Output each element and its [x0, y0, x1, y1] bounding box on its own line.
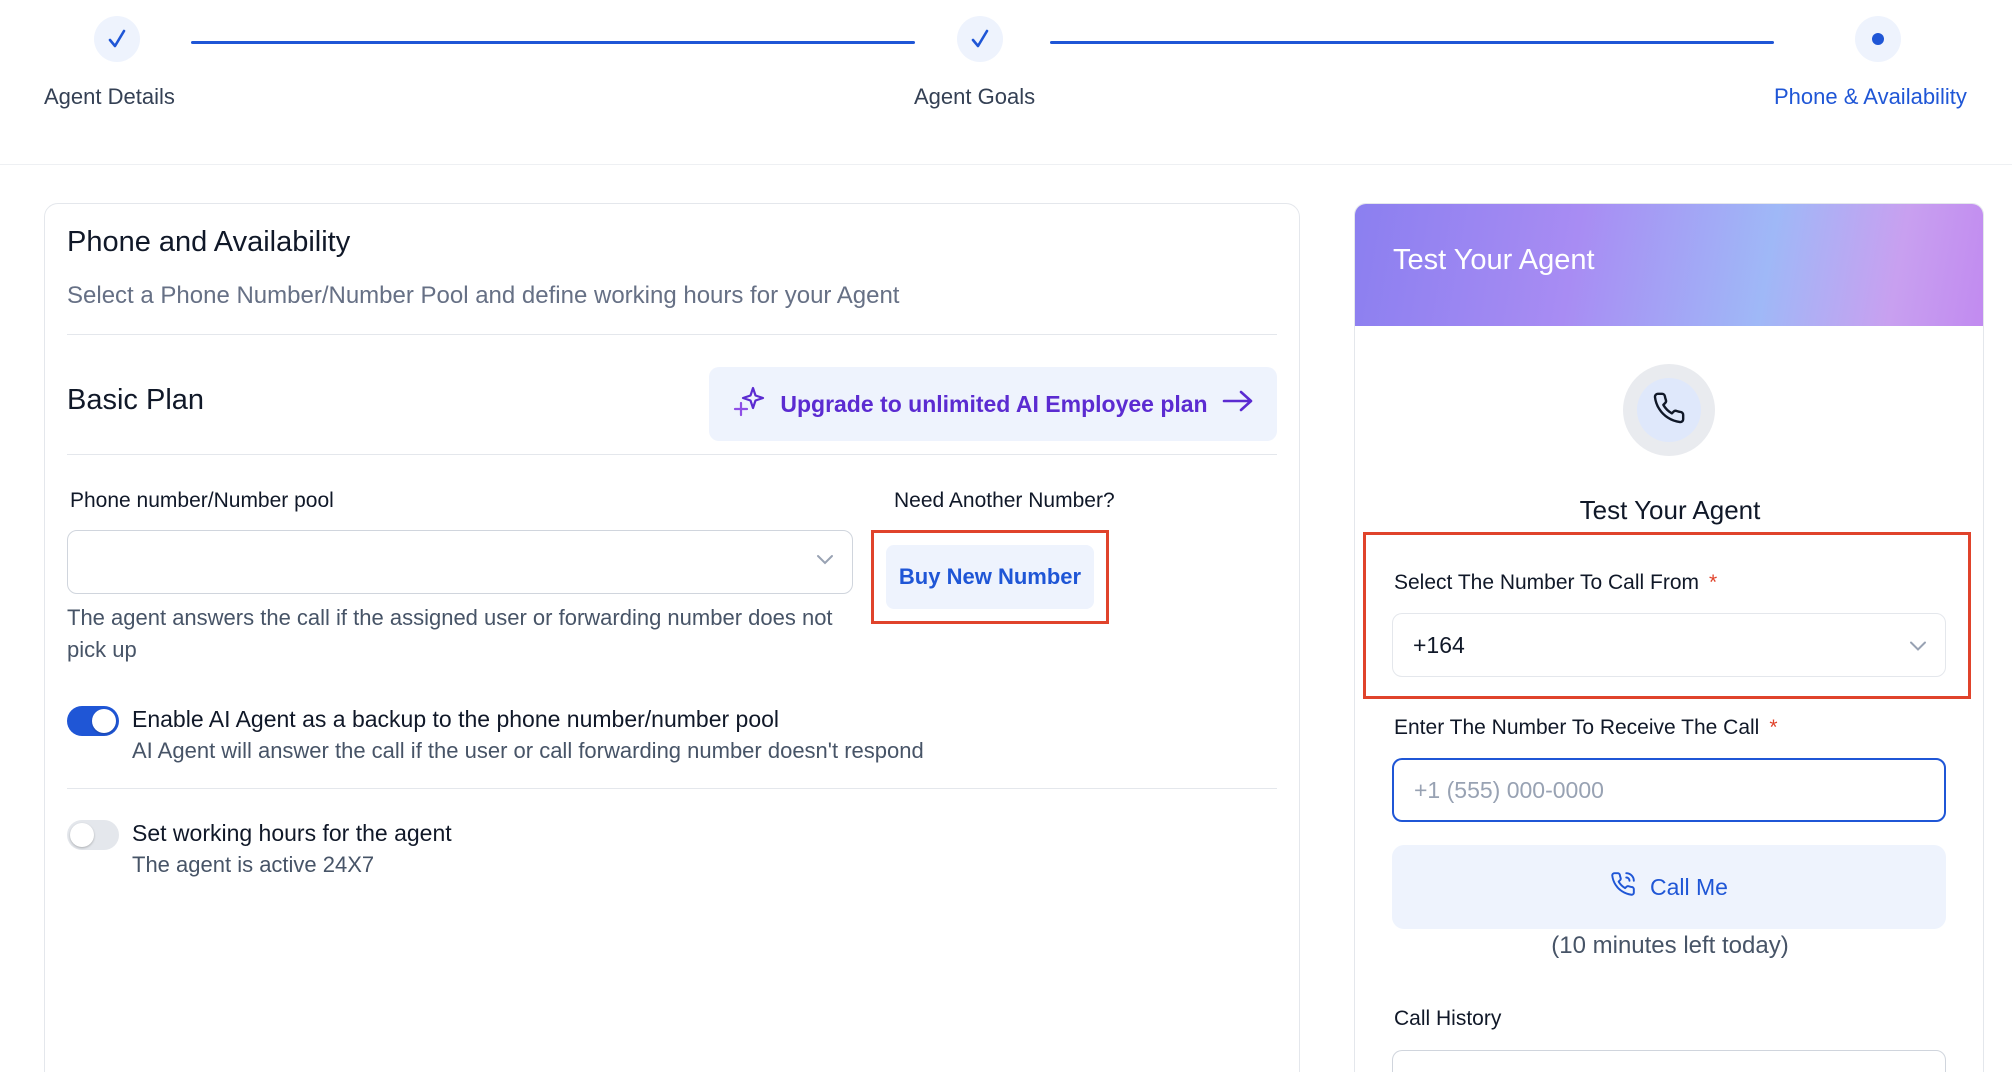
backup-toggle-description: AI Agent will answer the call if the use… — [132, 738, 924, 763]
chevron-down-icon — [816, 553, 834, 571]
call-me-label: Call Me — [1650, 873, 1728, 900]
buy-new-number-button[interactable]: Buy New Number — [886, 545, 1094, 609]
minutes-left-text: (10 minutes left today) — [1551, 932, 1789, 959]
working-hours-toggle[interactable] — [67, 820, 119, 850]
need-number-label: Need Another Number? — [894, 489, 1115, 512]
backup-agent-toggle[interactable] — [67, 706, 119, 736]
test-agent-header: Test Your Agent — [1355, 204, 1983, 326]
step-1-check-icon — [94, 16, 140, 62]
from-number-label: Select The Number To Call From * — [1394, 571, 1718, 594]
phone-pool-help-text: The agent answers the call if the assign… — [67, 605, 833, 662]
test-agent-panel: Test Your Agent Test Your Agent Select T… — [1354, 203, 1984, 1086]
to-number-placeholder: +1 (555) 000-0000 — [1414, 776, 1604, 803]
step-connector-1 — [191, 41, 915, 44]
phone-pool-select[interactable] — [67, 530, 853, 594]
section-title: Phone and Availability — [67, 226, 351, 258]
test-agent-title: Test Your Agent — [1579, 495, 1761, 525]
to-number-label: Enter The Number To Receive The Call * — [1394, 716, 1778, 739]
from-number-select[interactable]: +164 — [1392, 613, 1946, 677]
step-3-active-dot-icon — [1855, 16, 1901, 62]
section-subtitle: Select a Phone Number/Number Pool and de… — [67, 282, 900, 309]
upgrade-plan-button[interactable]: Upgrade to unlimited AI Employee plan — [709, 367, 1277, 441]
backup-toggle-title: Enable AI Agent as a backup to the phone… — [132, 706, 780, 732]
arrow-right-icon — [1222, 390, 1254, 418]
viewport-bottom-edge — [0, 1072, 2012, 1086]
from-number-value: +164 — [1413, 631, 1465, 658]
phone-icon — [1652, 391, 1686, 430]
call-me-button[interactable]: Call Me — [1392, 845, 1946, 929]
step-agent-goals[interactable]: Agent Goals — [914, 84, 1035, 110]
call-history-label: Call History — [1394, 1007, 1502, 1030]
progress-stepper: Agent Details Agent Goals Phone & Availa… — [0, 0, 2012, 165]
step-connector-2 — [1050, 41, 1774, 44]
phone-call-icon — [1610, 871, 1636, 903]
hours-toggle-title: Set working hours for the agent — [132, 820, 452, 846]
plan-divider — [67, 454, 1277, 455]
sparkles-icon — [732, 384, 766, 424]
test-agent-header-title: Test Your Agent — [1393, 244, 1595, 276]
upgrade-plan-label: Upgrade to unlimited AI Employee plan — [780, 390, 1208, 417]
phone-pool-label: Phone number/Number pool — [70, 489, 334, 512]
section-divider — [67, 334, 1277, 335]
to-number-input[interactable]: +1 (555) 000-0000 — [1392, 758, 1946, 822]
hours-toggle-description: The agent is active 24X7 — [132, 852, 375, 877]
chevron-down-icon — [1909, 632, 1927, 659]
step-agent-details[interactable]: Agent Details — [44, 84, 175, 110]
phone-availability-card: Phone and Availability Select a Phone Nu… — [44, 203, 1300, 1086]
toggle-divider — [67, 788, 1277, 789]
step-2-check-icon — [957, 16, 1003, 62]
phone-avatar — [1623, 364, 1715, 456]
plan-name: Basic Plan — [67, 384, 205, 416]
step-phone-availability[interactable]: Phone & Availability — [1774, 84, 1967, 110]
